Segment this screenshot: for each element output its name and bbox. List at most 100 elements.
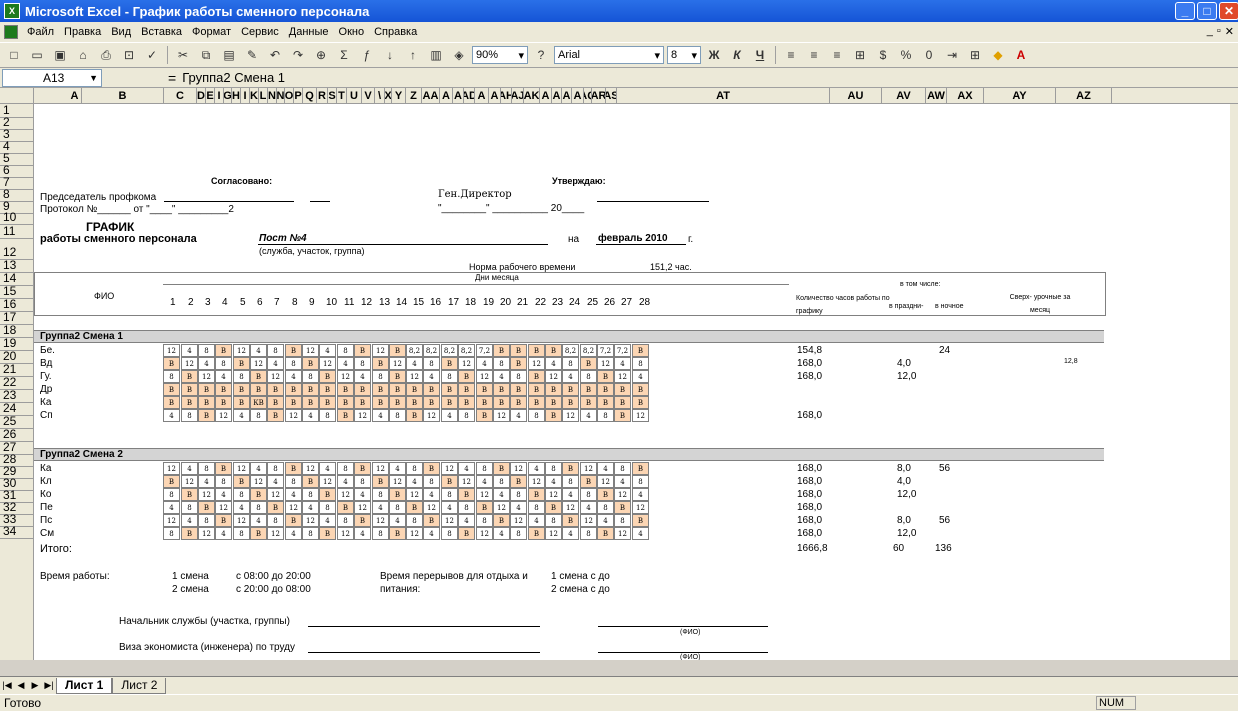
day-off-cell[interactable]: В — [302, 396, 319, 409]
shift-cell[interactable]: 12 — [614, 488, 631, 501]
column-header[interactable]: R — [317, 88, 328, 104]
shift-cell[interactable]: 4 — [458, 514, 475, 527]
column-header[interactable]: Z — [406, 88, 422, 104]
day-off-cell[interactable]: В — [476, 501, 493, 514]
day-off-cell[interactable]: В — [423, 514, 440, 527]
shift-cell[interactable]: 8 — [562, 357, 579, 370]
column-header[interactable]: X — [385, 88, 392, 104]
format-painter-icon[interactable]: ✎ — [242, 45, 262, 65]
day-off-cell[interactable]: В — [354, 383, 371, 396]
day-off-cell[interactable]: В — [389, 344, 406, 357]
shift-cell[interactable]: 12 — [562, 501, 579, 514]
shift-cell[interactable]: 12 — [406, 488, 423, 501]
day-off-cell[interactable]: В — [441, 475, 458, 488]
shift-cell[interactable]: 12 — [528, 357, 545, 370]
day-off-cell[interactable]: В — [354, 514, 371, 527]
shift-cell[interactable]: 12 — [545, 527, 562, 540]
column-header[interactable]: C — [164, 88, 197, 104]
day-off-cell[interactable]: В — [597, 488, 614, 501]
day-off-cell[interactable]: В — [423, 396, 440, 409]
shift-cell[interactable]: 12 — [597, 475, 614, 488]
day-off-cell[interactable]: В — [458, 396, 475, 409]
day-off-cell[interactable]: В — [267, 409, 284, 422]
workbook-icon[interactable] — [4, 25, 18, 39]
shift-cell[interactable]: 4 — [632, 488, 649, 501]
permission-icon[interactable]: ⌂ — [73, 45, 93, 65]
day-off-cell[interactable]: В — [545, 409, 562, 422]
day-off-cell[interactable]: В — [337, 396, 354, 409]
shift-cell[interactable]: 4 — [181, 462, 198, 475]
shift-cell[interactable]: 4 — [215, 488, 232, 501]
day-off-cell[interactable]: В — [337, 501, 354, 514]
merge-center-icon[interactable]: ⊞ — [850, 45, 870, 65]
day-off-cell[interactable]: В — [632, 462, 649, 475]
day-off-cell[interactable]: В — [319, 383, 336, 396]
shift-cell[interactable]: 8 — [389, 501, 406, 514]
day-off-cell[interactable]: В — [406, 396, 423, 409]
shift-cell[interactable]: 4 — [545, 357, 562, 370]
day-off-cell[interactable]: В — [372, 383, 389, 396]
shift-cell[interactable]: 4 — [233, 501, 250, 514]
day-off-cell[interactable]: В — [163, 357, 180, 370]
shift-cell[interactable]: 4 — [354, 527, 371, 540]
day-off-cell[interactable]: В — [545, 501, 562, 514]
group-row[interactable]: Группа2 Смена 2 — [34, 448, 1104, 461]
day-off-cell[interactable]: В — [302, 357, 319, 370]
day-off-cell[interactable]: В — [528, 383, 545, 396]
day-off-cell[interactable]: В — [215, 396, 232, 409]
day-off-cell[interactable]: В — [198, 383, 215, 396]
shift-cell[interactable]: 12 — [372, 462, 389, 475]
shift-cell[interactable]: 12 — [389, 475, 406, 488]
shift-cell[interactable]: 4 — [250, 514, 267, 527]
copy-icon[interactable]: ⧉ — [196, 45, 216, 65]
shift-cell[interactable]: 4 — [423, 488, 440, 501]
indent-icon[interactable]: ⇥ — [942, 45, 962, 65]
day-off-cell[interactable]: В — [389, 396, 406, 409]
shift-cell[interactable]: 4 — [181, 514, 198, 527]
doc-close-icon[interactable]: ✕ — [1225, 25, 1234, 38]
align-center-icon[interactable]: ≡ — [804, 45, 824, 65]
shift-cell[interactable]: 12 — [441, 462, 458, 475]
day-off-cell[interactable]: В — [215, 514, 232, 527]
shift-cell[interactable]: 8 — [163, 527, 180, 540]
shift-cell[interactable]: 12 — [354, 409, 371, 422]
shift-cell[interactable]: 8 — [510, 527, 527, 540]
shift-cell[interactable]: 4 — [319, 462, 336, 475]
shift-cell[interactable]: 4 — [302, 501, 319, 514]
drawing-icon[interactable]: ◈ — [449, 45, 469, 65]
shift-cell[interactable]: 4 — [198, 357, 215, 370]
shift-cell[interactable]: 4 — [476, 357, 493, 370]
day-off-cell[interactable]: В — [267, 383, 284, 396]
shift-cell[interactable]: 8 — [302, 370, 319, 383]
shift-cell[interactable]: 4 — [389, 514, 406, 527]
day-off-cell[interactable]: В — [614, 383, 631, 396]
shift-cell[interactable]: 12 — [267, 370, 284, 383]
day-off-cell[interactable]: В — [597, 370, 614, 383]
day-off-cell[interactable]: В — [354, 462, 371, 475]
day-off-cell[interactable]: В — [181, 383, 198, 396]
select-all-corner[interactable] — [0, 88, 34, 104]
day-off-cell[interactable]: В — [372, 396, 389, 409]
shift-cell[interactable]: 8 — [372, 527, 389, 540]
shift-cell[interactable]: 12 — [198, 527, 215, 540]
menu-help[interactable]: Справка — [369, 26, 422, 38]
day-off-cell[interactable]: В — [441, 396, 458, 409]
day-off-cell[interactable]: В — [545, 383, 562, 396]
shift-cell[interactable]: 12 — [302, 514, 319, 527]
autosum-icon[interactable]: Σ — [334, 45, 354, 65]
day-off-cell[interactable]: В — [285, 396, 302, 409]
day-off-cell[interactable]: В — [528, 527, 545, 540]
shift-cell[interactable]: 12 — [476, 527, 493, 540]
column-header[interactable]: A — [562, 88, 572, 104]
menu-window[interactable]: Окно — [334, 26, 370, 38]
shift-cell[interactable]: 4 — [597, 462, 614, 475]
day-off-cell[interactable]: В — [250, 383, 267, 396]
day-off-cell[interactable]: В — [233, 396, 250, 409]
underline-button[interactable]: Ч — [750, 45, 770, 65]
day-off-cell[interactable]: В — [389, 383, 406, 396]
function-icon[interactable]: ƒ — [357, 45, 377, 65]
shift-cell[interactable]: 12 — [319, 357, 336, 370]
prev-sheet-icon[interactable]: ◀ — [14, 679, 28, 693]
day-off-cell[interactable]: В — [632, 396, 649, 409]
shift-cell[interactable]: 8 — [372, 370, 389, 383]
